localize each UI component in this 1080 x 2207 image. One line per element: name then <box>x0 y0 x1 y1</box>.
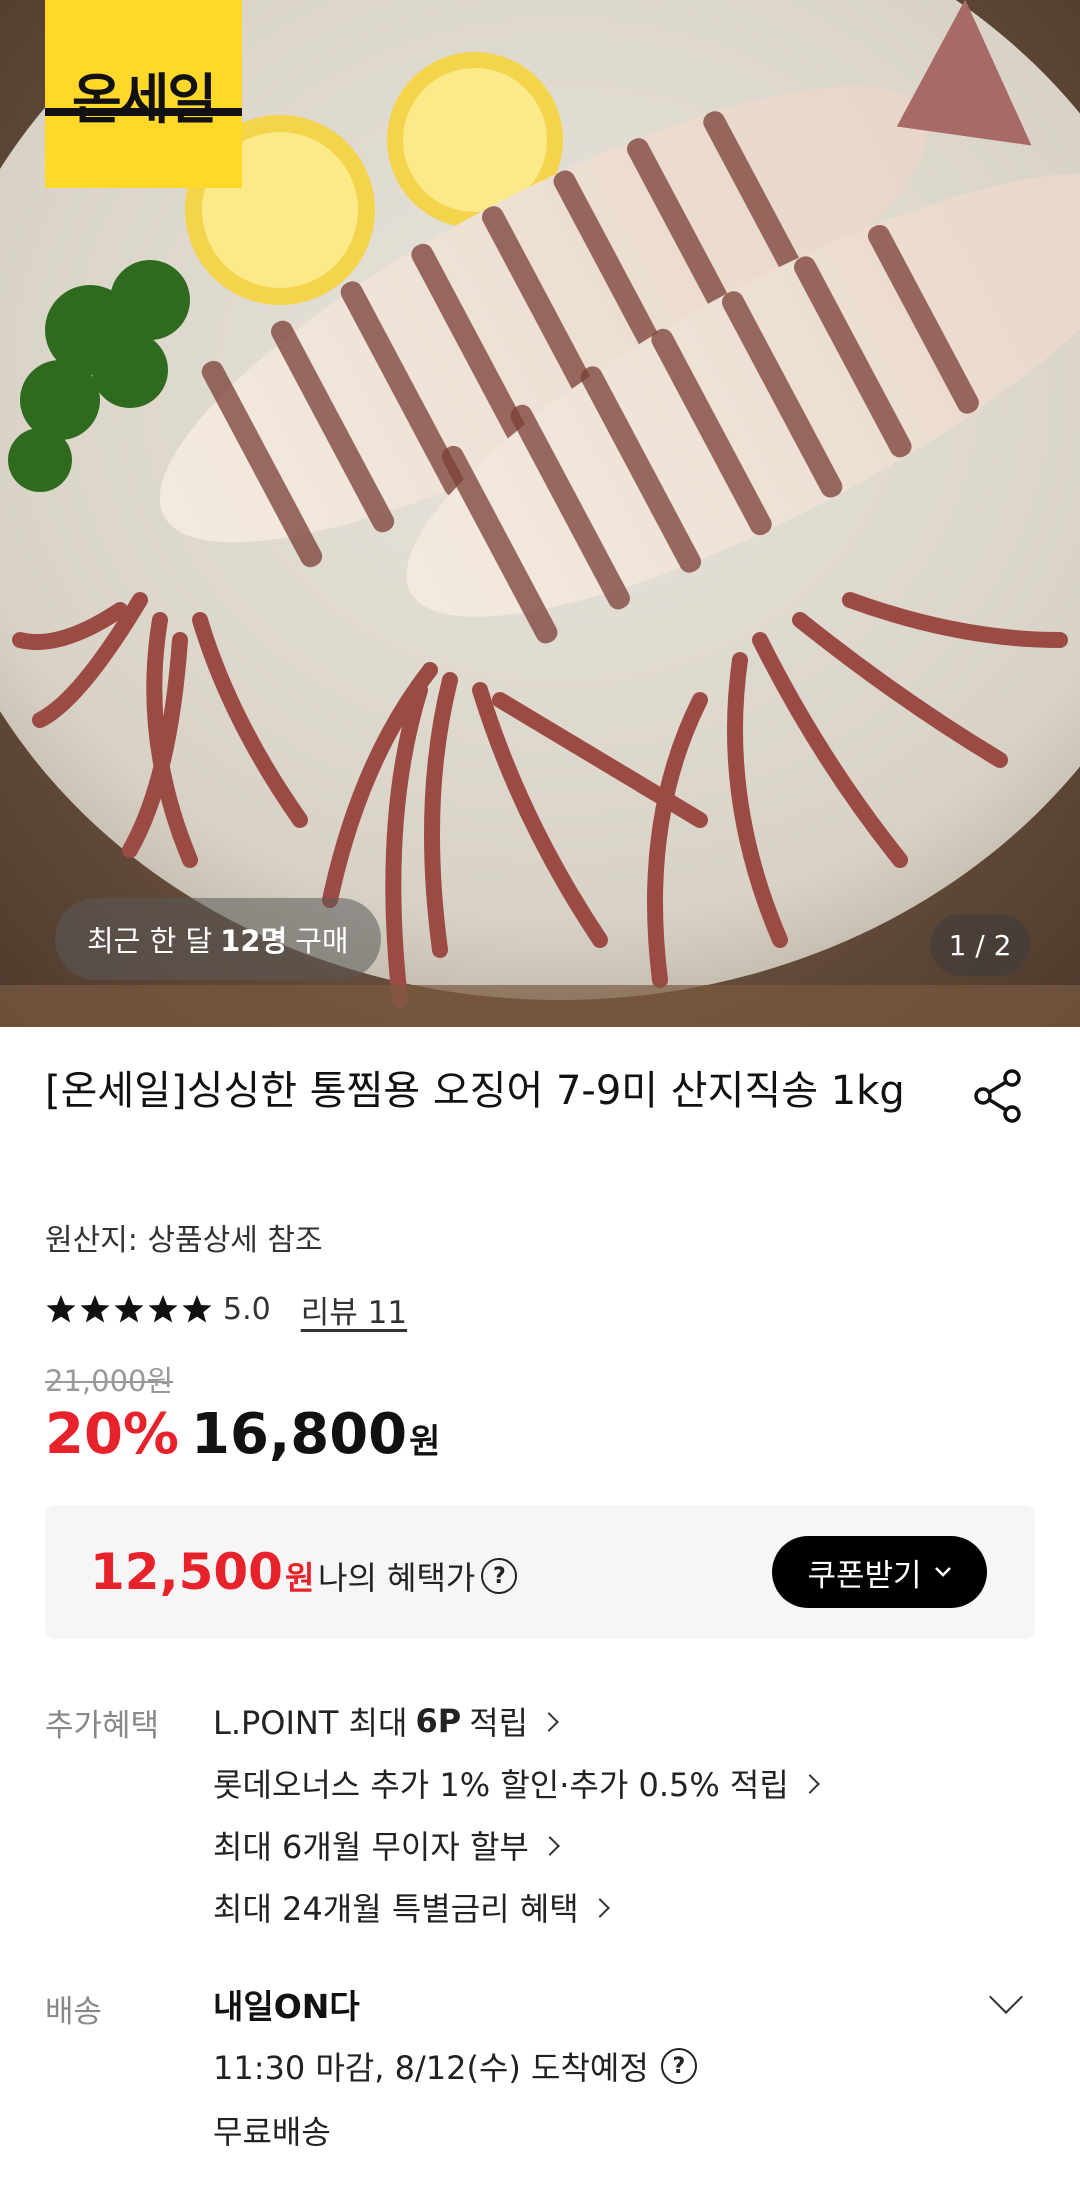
product-image-carousel[interactable]: 온세일 최근 한 달 12명 구매 1 / 2 <box>0 0 1080 1027</box>
help-icon[interactable]: ? <box>660 2048 697 2084</box>
rating-score: 5.0 <box>223 1291 271 1327</box>
benefit-item-highlight: 6P <box>415 1702 462 1740</box>
star-icon <box>46 1295 76 1323</box>
benefit-label: 나의 혜택가 ? <box>318 1553 518 1599</box>
recent-purchase-prefix: 최근 한 달 <box>87 924 213 958</box>
chevron-right-icon <box>539 1712 559 1732</box>
price-row: 20% 16,800 원 <box>45 1402 440 1467</box>
extra-benefit-item[interactable]: 롯데오너스 추가 1% 할인·추가 0.5% 적립 <box>213 1752 820 1814</box>
star-icon <box>182 1295 212 1323</box>
sale-price-currency: 원 <box>409 1422 441 1462</box>
delivery-eta-row: 11:30 마감, 8/12(수) 도착예정 ? <box>213 2034 697 2098</box>
rating-stars <box>45 1293 213 1325</box>
benefit-price-value: 12,500 <box>90 1543 283 1601</box>
benefit-price: 12,500 원 <box>90 1543 314 1601</box>
benefit-label-text: 나의 혜택가 <box>318 1559 476 1597</box>
delivery-title: 내일ON다 <box>213 1987 360 2026</box>
my-benefit-box: 12,500 원 나의 혜택가 ? 쿠폰받기 <box>45 1505 1035 1639</box>
chevron-down-icon[interactable] <box>989 1980 1023 2014</box>
rating-row: 5.0 리뷰 11 <box>45 1287 407 1331</box>
delivery-eta: 11:30 마감, 8/12(수) 도착예정 <box>213 2049 649 2087</box>
recent-purchase-count: 12명 <box>220 924 288 958</box>
extra-benefit-label: 추가혜택 <box>45 1708 160 1744</box>
discount-rate: 20% <box>45 1402 180 1467</box>
extra-benefit-item[interactable]: L.POINT 최대 6P 적립 <box>213 1690 817 1752</box>
star-icon <box>80 1295 110 1323</box>
image-pager: 1 / 2 <box>930 914 1030 976</box>
product-title: [온세일]싱싱한 통찜용 오징어 7-9미 산지직송 1kg <box>45 1068 905 1114</box>
coupon-button-label: 쿠폰받기 <box>807 1557 922 1593</box>
sale-price: 16,800 <box>191 1402 408 1467</box>
benefit-price-currency: 원 <box>284 1559 315 1597</box>
share-icon[interactable] <box>972 1068 1024 1124</box>
benefit-item-text: 롯데오너스 추가 1% 할인·추가 0.5% 적립 <box>213 1766 789 1804</box>
origin-info: 원산지: 상품상세 참조 <box>45 1223 323 1258</box>
benefit-item-text: L.POINT 최대 <box>213 1704 408 1742</box>
brand-logo: 온세일 <box>45 0 242 188</box>
chevron-right-icon <box>539 1836 560 1856</box>
delivery-fee: 무료배송 <box>213 2113 331 2151</box>
chevron-right-icon <box>799 1774 820 1794</box>
extra-benefit-item[interactable]: 최대 24개월 특별금리 혜택 <box>213 1876 817 1938</box>
star-icon <box>114 1295 144 1323</box>
brand-logo-text: 온세일 <box>71 67 217 131</box>
benefit-item-suffix: 적립 <box>469 1704 529 1742</box>
recent-purchase-badge: 최근 한 달 12명 구매 <box>55 898 381 980</box>
extra-benefit-item[interactable]: 최대 6개월 무이자 할부 <box>213 1814 817 1876</box>
review-link[interactable]: 리뷰 11 <box>301 1287 407 1332</box>
recent-purchase-suffix: 구매 <box>295 924 349 958</box>
extra-benefit-list: L.POINT 최대 6P 적립 롯데오너스 추가 1% 할인·추가 0.5% … <box>213 1690 820 1938</box>
coupon-download-button[interactable]: 쿠폰받기 <box>772 1536 987 1608</box>
delivery-label: 배송 <box>45 1994 103 2030</box>
star-icon <box>148 1295 178 1323</box>
delivery-info: 내일ON다 11:30 마감, 8/12(수) 도착예정 ? 무료배송 <box>213 1974 697 2162</box>
help-icon[interactable]: ? <box>481 1558 518 1594</box>
chevron-right-icon <box>589 1898 610 1918</box>
original-price: 21,000원 <box>45 1364 174 1398</box>
benefit-item-text: 최대 24개월 특별금리 혜택 <box>213 1890 579 1928</box>
chevron-down-icon <box>934 1567 951 1577</box>
benefit-item-text: 최대 6개월 무이자 할부 <box>213 1828 529 1866</box>
